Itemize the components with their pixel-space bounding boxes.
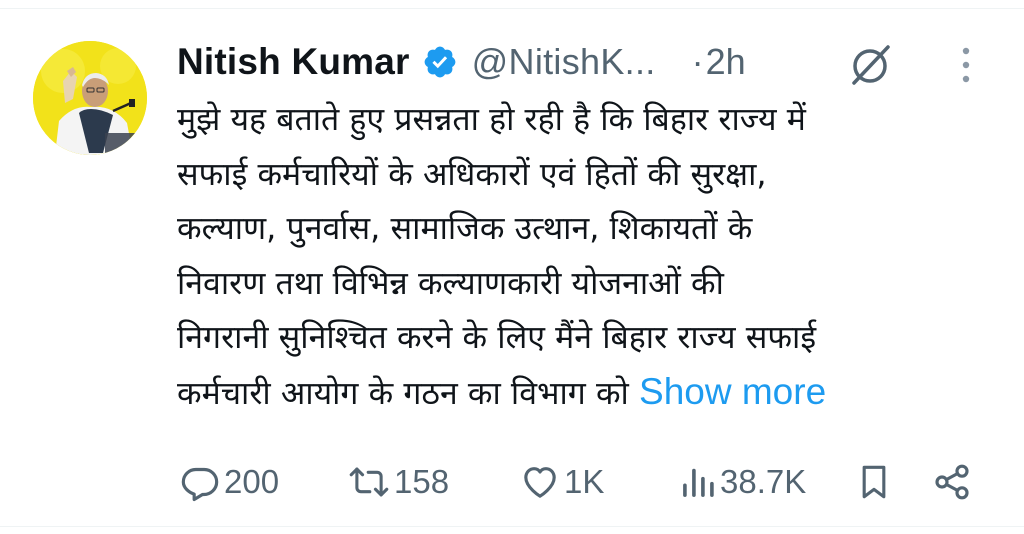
tweet-line: निगरानी सुनिश्चित करने के लिए मैंने बिहा… bbox=[177, 318, 817, 356]
retweet-button[interactable]: 158 bbox=[348, 458, 449, 506]
bookmark-button[interactable] bbox=[856, 458, 892, 506]
tweet-line: सफाई कर्मचारियों के अधिकारों एवं हितों क… bbox=[177, 154, 767, 193]
share-button[interactable] bbox=[932, 458, 972, 506]
bookmark-icon bbox=[856, 462, 892, 502]
views-count: 38.7K bbox=[720, 463, 807, 500]
handle[interactable]: @NitishK... bbox=[472, 41, 656, 83]
tweet-line: मुझे यह बताते हुए प्रसन्नता हो रही है कि… bbox=[177, 100, 806, 138]
show-more-link[interactable]: Show more bbox=[639, 371, 826, 412]
tweet-card[interactable]: Nitish Kumar @NitishK... · 2h मुझे यह बत… bbox=[0, 0, 1024, 534]
verified-badge-icon[interactable] bbox=[422, 44, 458, 80]
tweet-line: निवारण तथा विभिन्न कल्याणकारी योजनाओं की bbox=[177, 263, 724, 302]
reply-icon bbox=[180, 462, 220, 502]
heart-icon bbox=[520, 462, 560, 502]
action-bar: 200 158 1K 38.7K bbox=[180, 458, 980, 506]
tweet-line: कल्याण, पुनर्वास, सामाजिक उत्थान, शिकायत… bbox=[177, 209, 753, 247]
reply-button[interactable]: 200 bbox=[180, 458, 279, 506]
reply-count: 200 bbox=[224, 463, 280, 500]
avatar-photo bbox=[33, 41, 147, 155]
views-button[interactable]: 38.7K bbox=[680, 458, 806, 506]
like-count: 1K bbox=[564, 463, 605, 500]
divider bbox=[0, 526, 1024, 527]
divider bbox=[0, 8, 1024, 9]
tweet-header: Nitish Kumar @NitishK... · 2h bbox=[177, 38, 746, 86]
share-icon bbox=[932, 462, 972, 502]
retweet-count: 158 bbox=[394, 463, 450, 500]
time-separator: · bbox=[691, 41, 704, 82]
grok-icon[interactable] bbox=[848, 42, 894, 88]
tweet-line-last: कर्मचारी आयोग के गठन का विभाग को Show mo… bbox=[177, 365, 997, 421]
views-icon bbox=[680, 462, 716, 502]
tweet-text: मुझे यह बताते हुए प्रसन्नता हो रही है कि… bbox=[177, 92, 997, 420]
timestamp[interactable]: 2h bbox=[706, 41, 746, 83]
display-name[interactable]: Nitish Kumar bbox=[177, 41, 410, 83]
retweet-icon bbox=[348, 462, 390, 502]
more-options-icon[interactable] bbox=[955, 44, 977, 86]
tweet-line: कर्मचारी आयोग के गठन का विभाग को bbox=[177, 373, 629, 412]
like-button[interactable]: 1K bbox=[520, 458, 604, 506]
avatar[interactable] bbox=[33, 41, 147, 155]
